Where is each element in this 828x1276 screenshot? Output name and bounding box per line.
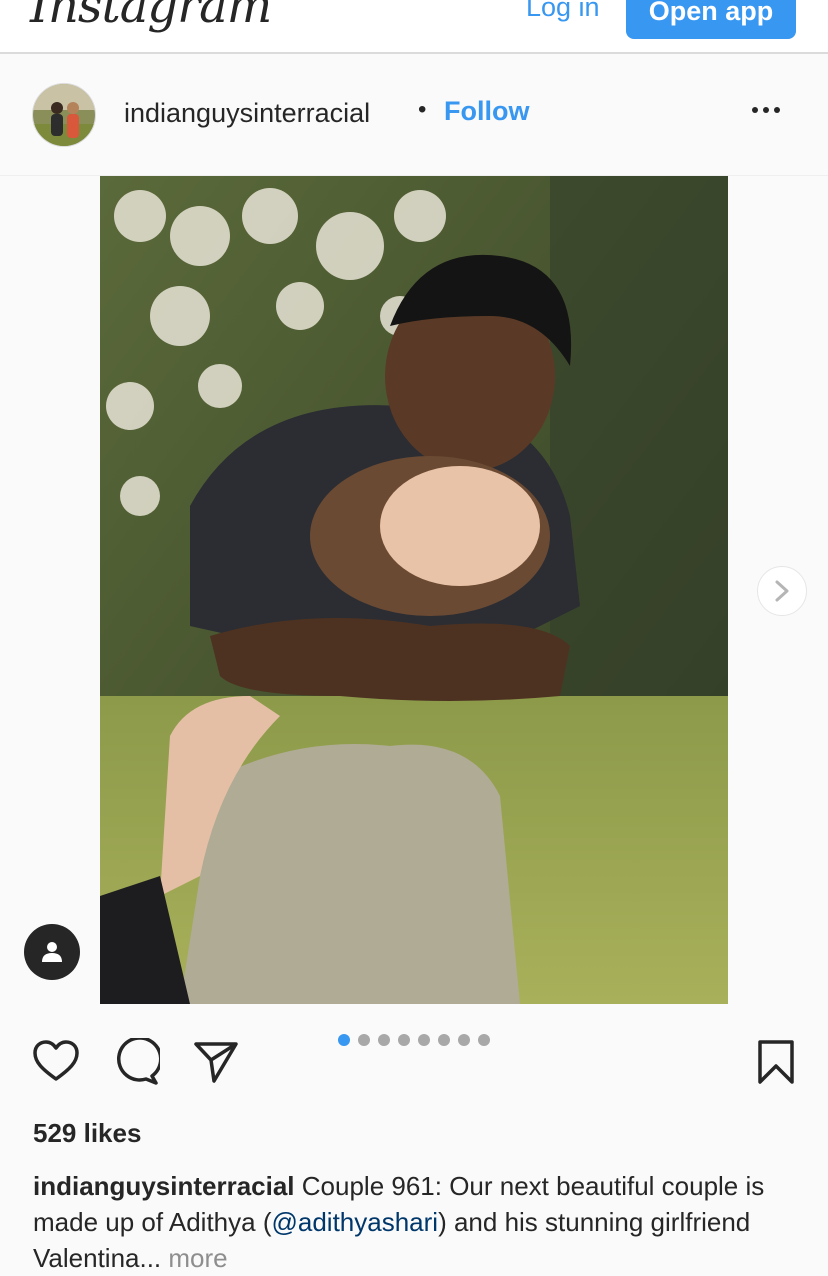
caption-mention[interactable]: @adithyashari [271, 1207, 438, 1237]
avatar[interactable] [32, 83, 96, 147]
caption-more-link[interactable]: more [161, 1243, 227, 1273]
user-icon [42, 942, 62, 962]
post-caption: indianguysinterracial Couple 961: Our ne… [33, 1168, 803, 1276]
more-options-icon[interactable] [752, 100, 792, 120]
instagram-logo[interactable]: Instagram [30, 0, 272, 34]
top-bar: Instagram Log in Open app [0, 0, 828, 54]
share-button[interactable] [192, 1038, 240, 1086]
carousel-dot [438, 1034, 450, 1046]
chevron-right-icon [775, 580, 789, 602]
open-app-button[interactable]: Open app [626, 0, 796, 39]
carousel-indicator [338, 1034, 490, 1046]
comment-button[interactable] [112, 1036, 163, 1086]
send-icon [194, 1042, 238, 1083]
post-username[interactable]: indianguysinterracial [124, 98, 370, 129]
carousel-dot [458, 1034, 470, 1046]
post-media [0, 176, 828, 1004]
carousel-dot [398, 1034, 410, 1046]
bookmark-icon [758, 1040, 794, 1084]
comment-icon [117, 1036, 163, 1085]
separator-dot: • [418, 96, 427, 123]
carousel-dot [418, 1034, 430, 1046]
post-photo[interactable] [100, 176, 728, 1004]
heart-icon [33, 1040, 79, 1081]
carousel-dot [358, 1034, 370, 1046]
next-photo-button[interactable] [757, 566, 807, 616]
carousel-dot [378, 1034, 390, 1046]
login-link[interactable]: Log in [526, 0, 600, 23]
post-actions [0, 1004, 828, 1104]
couple-photo [100, 176, 728, 1004]
like-button[interactable] [32, 1038, 80, 1086]
follow-button[interactable]: Follow [444, 96, 529, 127]
save-button[interactable] [752, 1038, 800, 1086]
avatar-photo [33, 84, 95, 146]
likes-count[interactable]: 529 likes [33, 1118, 141, 1149]
post-header: indianguysinterracial • Follow [0, 56, 828, 176]
carousel-dot [478, 1034, 490, 1046]
carousel-dot-active [338, 1034, 350, 1046]
tagged-users-button[interactable] [24, 924, 80, 980]
caption-username[interactable]: indianguysinterracial [33, 1171, 295, 1201]
